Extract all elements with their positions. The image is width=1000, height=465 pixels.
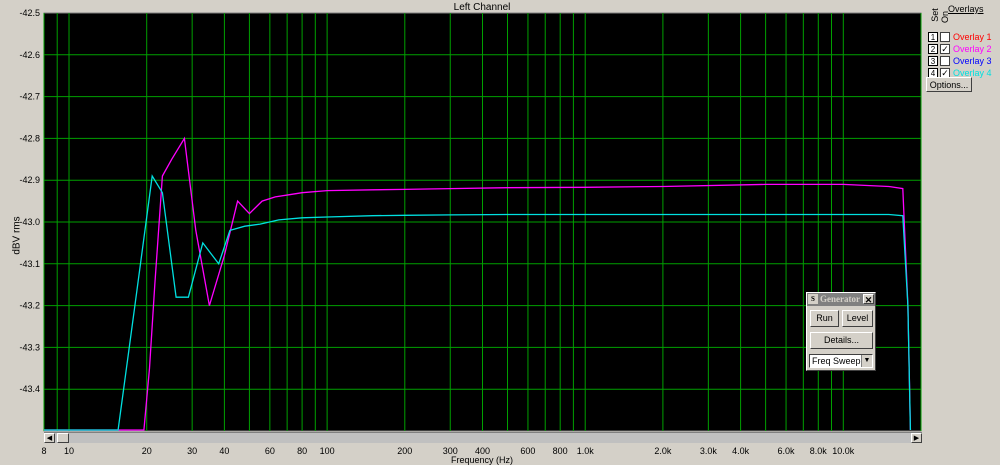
- x-tick-label: 40: [219, 446, 229, 456]
- y-tick-label: -42.9: [19, 175, 40, 185]
- x-tick-label: 3.0k: [700, 446, 718, 456]
- x-tick-label: 400: [475, 446, 490, 456]
- overlay-header-title: Overlays: [948, 4, 984, 14]
- y-ticks: -42.5 -42.6 -42.7 -42.8 -42.9 -43.0 -43.1 -43.2…: [19, 8, 40, 394]
- overlay-checkbox[interactable]: [940, 56, 950, 66]
- y-tick-label: -42.6: [19, 50, 40, 60]
- x-tick-label: 10.0k: [832, 446, 855, 456]
- y-tick-label: -43.1: [19, 259, 40, 269]
- x-tick-label: 2.0k: [654, 446, 672, 456]
- overlay-checkbox[interactable]: [940, 32, 950, 42]
- overlay-row: 3 Overlay 3: [926, 56, 998, 67]
- x-tick-label: 8: [41, 446, 46, 456]
- overlay-set-button[interactable]: 2: [928, 44, 938, 54]
- scrollbar-thumb[interactable]: [57, 433, 69, 443]
- overlay-set-button[interactable]: 3: [928, 56, 938, 66]
- y-tick-label: -43.2: [19, 301, 40, 311]
- y-tick-label: -43.0: [19, 217, 40, 227]
- sweep-mode-select[interactable]: Freq Sweep ▼: [809, 354, 873, 368]
- y-tick-label: -43.4: [19, 384, 40, 394]
- x-tick-label: 800: [553, 446, 568, 456]
- generator-title: Generator: [820, 294, 860, 304]
- x-tick-label: 600: [520, 446, 535, 456]
- overlay-header-set: Set: [929, 8, 940, 22]
- options-button[interactable]: Options...: [926, 77, 972, 92]
- y-tick-label: -42.7: [19, 92, 40, 102]
- overlay-label: Overlay 2: [953, 44, 992, 54]
- x-tick-label: 10: [64, 446, 74, 456]
- x-tick-label: 200: [397, 446, 412, 456]
- generator-window: S Generator ✕ Run Level Details... Freq …: [806, 292, 876, 371]
- level-button[interactable]: Level: [842, 310, 873, 327]
- overlay-row: 2 ✓ Overlay 2: [926, 44, 998, 55]
- overlay-label: Overlay 1: [953, 32, 992, 42]
- x-tick-label: 8.0k: [810, 446, 828, 456]
- x-tick-label: 80: [297, 446, 307, 456]
- y-tick-label: -42.8: [19, 133, 40, 143]
- x-tick-label: 4.0k: [732, 446, 750, 456]
- y-tick-label: -42.5: [19, 8, 40, 18]
- close-icon[interactable]: ✕: [863, 294, 874, 305]
- x-tick-label: 6.0k: [778, 446, 796, 456]
- overlay-row: 1 Overlay 1: [926, 32, 998, 43]
- details-button[interactable]: Details...: [810, 332, 873, 349]
- chart-plot: -42.5 -42.6 -42.7 -42.8 -42.9 -43.0 -43.1 -43.2…: [19, 8, 922, 456]
- overlay-set-button[interactable]: 1: [928, 32, 938, 42]
- x-tick-label: 60: [265, 446, 275, 456]
- chevron-down-icon[interactable]: ▼: [861, 355, 872, 367]
- horizontal-scrollbar[interactable]: ◀ ▶: [44, 432, 922, 443]
- run-button[interactable]: Run: [810, 310, 839, 327]
- overlay-label: Overlay 3: [953, 56, 992, 66]
- scroll-left-icon[interactable]: ◀: [44, 433, 55, 443]
- x-tick-label: 30: [187, 446, 197, 456]
- x-tick-label: 100: [320, 446, 335, 456]
- x-ticks: 8 10 20 30 40 60 80 100 200 300 400 600 800 1.0k 2.0k 3…: [41, 446, 854, 456]
- x-tick-label: 1.0k: [577, 446, 595, 456]
- y-tick-label: -43.3: [19, 342, 40, 352]
- generator-titlebar[interactable]: S Generator ✕: [807, 293, 875, 306]
- overlay-checkbox[interactable]: ✓: [940, 44, 950, 54]
- x-tick-label: 20: [142, 446, 152, 456]
- x-tick-label: 300: [443, 446, 458, 456]
- generator-app-icon: S: [808, 294, 818, 304]
- scroll-right-icon[interactable]: ▶: [911, 433, 922, 443]
- sweep-mode-value: Freq Sweep: [812, 356, 861, 366]
